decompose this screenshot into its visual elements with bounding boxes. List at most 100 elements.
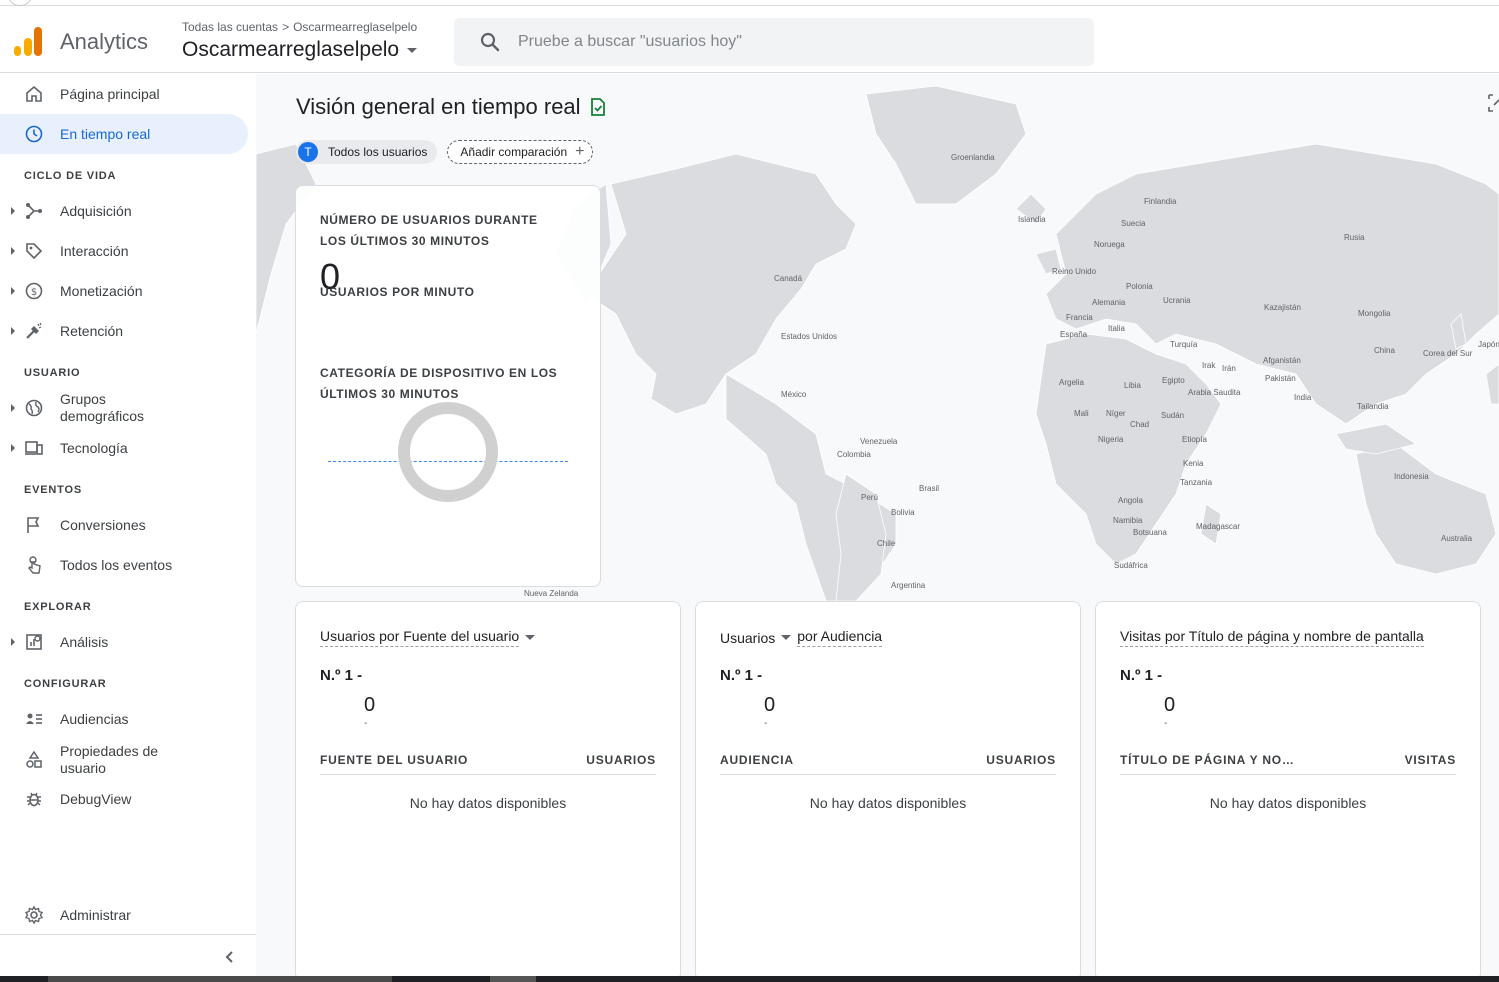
expand-arrow-icon[interactable]: [11, 207, 15, 215]
sidebar-item-monetization[interactable]: $ Monetización: [0, 271, 248, 311]
account-selector[interactable]: Oscarmearreglaselpelo: [182, 38, 418, 62]
sidebar-item-admin[interactable]: Administrar: [0, 895, 248, 935]
expand-arrow-icon[interactable]: [11, 327, 15, 335]
sidebar-item-label: Administrar: [60, 906, 131, 923]
sidebar-item-label: Tecnología: [60, 439, 128, 456]
sidebar-item-conversions[interactable]: Conversiones: [0, 505, 248, 545]
map-country-label: Botsuana: [1133, 528, 1167, 537]
section-user: USUARIO: [24, 367, 81, 379]
map-country-label: Mongolia: [1358, 309, 1391, 318]
sidebar-item-acquisition[interactable]: Adquisición: [0, 191, 248, 231]
map-country-label: Angola: [1118, 496, 1143, 505]
analytics-logo-icon[interactable]: [14, 26, 44, 56]
rank-label: N.º 1 -: [720, 667, 763, 684]
card-title-text[interactable]: Usuarios por Fuente del usuario: [320, 628, 520, 647]
expand-arrow-icon[interactable]: [11, 638, 15, 646]
expand-arrow-icon[interactable]: [11, 444, 15, 452]
card-title[interactable]: Visitas por Título de página y nombre de…: [1120, 628, 1424, 647]
card-title[interactable]: Usuarios por Fuente del usuario: [320, 628, 536, 647]
sidebar-item-label: Retención: [60, 322, 124, 339]
column-header-metric[interactable]: USUARIOS: [586, 753, 656, 767]
sidebar-item-label: DebugView: [60, 790, 132, 807]
sidebar-item-engagement[interactable]: Interacción: [0, 231, 248, 271]
logo-bar-small: [14, 46, 21, 56]
sidebar-item-demographics[interactable]: Grupos demográficos: [0, 387, 248, 429]
map-country-label: Sudán: [1161, 411, 1184, 420]
breadcrumb-all-accounts[interactable]: Todas las cuentas: [182, 20, 278, 34]
svg-text:$: $: [31, 287, 37, 298]
sidebar-item-label: Monetización: [60, 282, 143, 299]
users-30min-heading: NÚMERO DE USUARIOS DURANTE LOS ÚLTIMOS 3…: [320, 213, 538, 248]
sidebar-item-audiences[interactable]: Audiencias: [0, 699, 248, 739]
rank-value: 0: [1164, 694, 1176, 716]
audience-icon: [26, 713, 42, 724]
sidebar-item-label: Conversiones: [60, 516, 146, 533]
expand-arrow-icon[interactable]: [11, 404, 15, 412]
map-country-label: Irán: [1222, 364, 1236, 373]
expand-arrow-icon[interactable]: [11, 287, 15, 295]
card-title-metric[interactable]: Usuarios: [720, 630, 775, 646]
column-header-dimension[interactable]: TÍTULO DE PÁGINA Y NO…: [1120, 753, 1295, 767]
map-country-label: Indonesia: [1394, 472, 1429, 481]
all-users-chip[interactable]: T Todos los usuarios: [296, 140, 438, 164]
collapse-sidebar-icon[interactable]: [220, 947, 240, 967]
comparison-chips: T Todos los usuarios Añadir comparación …: [296, 140, 594, 164]
page-views-card: Visitas por Título de página y nombre de…: [1095, 601, 1481, 976]
chevron-down-icon: [407, 47, 418, 53]
section-events: EVENTOS: [24, 484, 82, 496]
sidebar-item-home[interactable]: Página principal: [0, 74, 248, 114]
card-title-text[interactable]: Visitas por Título de página y nombre de…: [1120, 628, 1424, 647]
map-country-label: Afganistán: [1263, 356, 1301, 365]
card-title[interactable]: Usuarios por Audiencia: [720, 628, 883, 647]
table-divider: [1120, 774, 1456, 775]
sidebar-item-retention[interactable]: Retención: [0, 311, 248, 351]
page-title-row: Visión general en tiempo real: [296, 94, 607, 120]
sidebar-item-technology[interactable]: Tecnología: [0, 428, 248, 468]
map-country-label: Tanzania: [1180, 478, 1213, 487]
users-per-minute-heading: USUARIOS POR MINUTO: [320, 285, 475, 299]
bug-icon: [27, 792, 41, 807]
map-country-label: Ucrania: [1163, 296, 1191, 305]
verified-check-icon[interactable]: [589, 98, 607, 116]
map-country-label: Japón: [1478, 340, 1499, 349]
search-bar[interactable]: [454, 18, 1094, 66]
taskbar-search[interactable]: [48, 976, 392, 982]
no-data-message: No hay datos disponibles: [409, 795, 567, 811]
section-configure: CONFIGURAR: [24, 678, 107, 690]
taskbar-app[interactable]: [490, 976, 536, 982]
main-content: Groenlandia Islandia Finlandia Suecia Norueg…: [256, 74, 1499, 976]
map-country-label: Nigeria: [1098, 435, 1124, 444]
card-title-dimension[interactable]: por Audiencia: [797, 628, 883, 647]
rank-subvalue: -: [764, 718, 768, 729]
sidebar-item-all-events[interactable]: Todos los eventos: [0, 545, 248, 585]
sidebar-item-debugview[interactable]: DebugView: [0, 779, 248, 819]
map-country-label: Irak: [1202, 361, 1216, 370]
map-country-label: Arabia Saudita: [1188, 388, 1241, 397]
sidebar-item-realtime[interactable]: En tiempo real: [0, 114, 248, 154]
map-country-label: Bolivia: [891, 508, 915, 517]
column-header-dimension[interactable]: FUENTE DEL USUARIO: [320, 753, 468, 767]
column-header-dimension[interactable]: AUDIENCIA: [720, 753, 794, 767]
map-country-label: Kazajistán: [1264, 303, 1301, 312]
column-header-metric[interactable]: VISITAS: [1405, 753, 1456, 767]
map-country-label: Islandia: [1018, 215, 1046, 224]
sidebar-item-user-properties[interactable]: Propiedades de usuario: [0, 739, 248, 781]
map-country-label: Colombia: [837, 450, 871, 459]
sidebar-item-analysis[interactable]: Análisis: [0, 622, 248, 662]
rank-label: N.º 1 -: [1120, 667, 1163, 684]
chip-avatar: T: [298, 142, 318, 162]
map-country-label: Argelia: [1059, 378, 1084, 387]
add-comparison-button[interactable]: Añadir comparación +: [447, 140, 594, 164]
customize-report-icon[interactable]: [1488, 94, 1499, 112]
search-input[interactable]: [518, 33, 1058, 51]
logo-bar-tall: [34, 27, 42, 56]
add-comparison-label: Añadir comparación: [460, 145, 568, 159]
expand-arrow-icon[interactable]: [11, 247, 15, 255]
breadcrumb[interactable]: Todas las cuentas > Oscarmearreglaselpel…: [182, 20, 417, 34]
map-country-label: Perú: [861, 493, 878, 502]
column-header-metric[interactable]: USUARIOS: [986, 753, 1056, 767]
breadcrumb-account[interactable]: Oscarmearreglaselpelo: [293, 20, 417, 34]
chevron-down-icon[interactable]: [525, 635, 536, 640]
sidebar-item-label: Todos los eventos: [60, 556, 173, 573]
chevron-down-icon[interactable]: [781, 635, 792, 640]
